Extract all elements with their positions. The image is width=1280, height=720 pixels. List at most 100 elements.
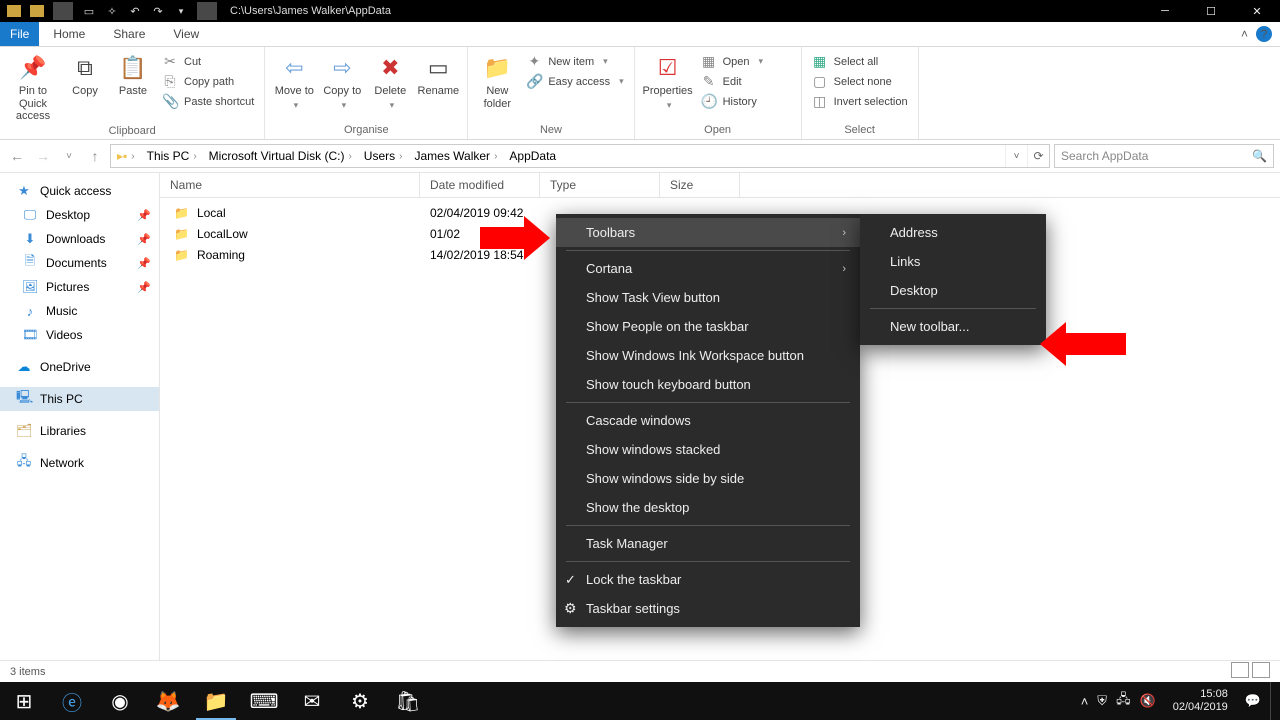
delete-button[interactable]: ✖Delete▾: [367, 49, 413, 110]
menu-cortana[interactable]: Cortana›: [556, 254, 860, 283]
taskbar-chrome[interactable]: ◉: [96, 682, 144, 720]
edit-button[interactable]: ✎Edit: [697, 72, 795, 91]
menu-show-desktop[interactable]: Show the desktop: [556, 493, 860, 522]
help-icon[interactable]: ?: [1256, 26, 1272, 42]
collapse-ribbon-icon[interactable]: ˄: [1241, 27, 1248, 41]
taskbar-firefox[interactable]: 🦊: [144, 682, 192, 720]
address-bar[interactable]: ▸▪› This PC› Microsoft Virtual Disk (C:)…: [110, 144, 1050, 168]
sidebar-network[interactable]: 🖧Network: [0, 451, 159, 475]
icons-view-icon[interactable]: [1252, 662, 1270, 678]
redo-qat-icon[interactable]: ↷: [148, 2, 168, 20]
select-all-button[interactable]: ▦Select all: [808, 52, 912, 71]
menu-cascade[interactable]: Cascade windows: [556, 406, 860, 435]
undo-qat-icon[interactable]: ↶: [125, 2, 145, 20]
invert-selection-button[interactable]: ◫Invert selection: [808, 92, 912, 111]
tab-home[interactable]: Home: [39, 22, 99, 46]
submenu-new-toolbar[interactable]: New toolbar...: [860, 312, 1046, 341]
select-none-button[interactable]: ▢Select none: [808, 72, 912, 91]
taskbar-clock[interactable]: 15:08 02/04/2019: [1165, 688, 1236, 713]
sidebar-downloads[interactable]: ⬇Downloads📌: [0, 227, 159, 251]
paste-shortcut-button[interactable]: 📎Paste shortcut: [158, 92, 258, 111]
submenu-links[interactable]: Links: [860, 247, 1046, 276]
refresh-icon[interactable]: ⟳: [1027, 145, 1049, 167]
sidebar-documents[interactable]: 🗎Documents📌: [0, 251, 159, 275]
properties-button[interactable]: ☑Properties▾: [641, 49, 695, 111]
copy-path-button[interactable]: ⎘Copy path: [158, 72, 258, 91]
taskbar-settings[interactable]: ⚙: [336, 682, 384, 720]
menu-taskbar-settings[interactable]: ⚙Taskbar settings: [556, 594, 860, 623]
back-button[interactable]: ←: [6, 145, 28, 167]
new-folder-button[interactable]: 📁New folder: [474, 49, 520, 110]
col-name[interactable]: Name: [160, 173, 420, 197]
sidebar-music[interactable]: ♪Music: [0, 299, 159, 323]
sidebar-pictures[interactable]: 🖼Pictures📌: [0, 275, 159, 299]
address-dropdown-icon[interactable]: ˅: [1005, 145, 1027, 167]
col-date[interactable]: Date modified: [420, 173, 540, 197]
taskbar-mail[interactable]: ✉: [288, 682, 336, 720]
sidebar-this-pc[interactable]: 🖳This PC: [0, 387, 159, 411]
details-view-icon[interactable]: [1231, 662, 1249, 678]
new-item-button[interactable]: ✦New item▾: [522, 52, 627, 71]
column-headers[interactable]: Name Date modified Type Size: [160, 173, 1280, 198]
start-button[interactable]: ⊞: [0, 682, 48, 720]
menu-show-touch-kb[interactable]: Show touch keyboard button: [556, 370, 860, 399]
tray-volume-icon[interactable]: 🔇: [1140, 693, 1156, 709]
maximize-button[interactable]: ☐: [1188, 0, 1234, 22]
menu-task-manager[interactable]: Task Manager: [556, 529, 860, 558]
taskbar-edge[interactable]: ⓔ: [48, 682, 96, 720]
system-tray[interactable]: ˄ ⛨ 🖧 🔇 15:08 02/04/2019 💬: [1081, 682, 1280, 720]
tray-security-icon[interactable]: ⛨: [1097, 693, 1107, 709]
new-folder-qat-icon[interactable]: ✧: [102, 2, 122, 20]
cut-button[interactable]: ✂Cut: [158, 52, 258, 71]
menu-show-ink[interactable]: Show Windows Ink Workspace button: [556, 341, 860, 370]
sidebar-quick-access[interactable]: ★Quick access: [0, 179, 159, 203]
tray-chevron-icon[interactable]: ˄: [1081, 694, 1089, 709]
close-button[interactable]: ✕: [1234, 0, 1280, 22]
breadcrumb-seg[interactable]: James Walker: [414, 149, 490, 163]
breadcrumb-seg[interactable]: Microsoft Virtual Disk (C:): [209, 149, 345, 163]
properties-qat-icon[interactable]: ▭: [79, 2, 99, 20]
tab-view[interactable]: View: [159, 22, 213, 46]
taskbar-terminal[interactable]: ⌨: [240, 682, 288, 720]
tab-share[interactable]: Share: [99, 22, 159, 46]
sidebar-libraries[interactable]: 🗂Libraries: [0, 419, 159, 443]
history-button[interactable]: 🕘History: [697, 92, 795, 111]
show-desktop-button[interactable]: [1270, 682, 1276, 720]
submenu-desktop[interactable]: Desktop: [860, 276, 1046, 305]
move-to-button[interactable]: ⇦Move to▾: [271, 49, 317, 110]
tab-file[interactable]: File: [0, 22, 39, 46]
taskbar[interactable]: ⊞ ⓔ ◉ 🦊 📁 ⌨ ✉ ⚙ 🛍 ˄ ⛨ 🖧 🔇 15:08 02/04/20…: [0, 682, 1280, 720]
menu-show-task-view[interactable]: Show Task View button: [556, 283, 860, 312]
menu-side-by-side[interactable]: Show windows side by side: [556, 464, 860, 493]
view-switcher[interactable]: [1228, 662, 1270, 681]
sidebar-onedrive[interactable]: ☁OneDrive: [0, 355, 159, 379]
copy-button[interactable]: ⧉ Copy: [62, 49, 108, 123]
forward-button[interactable]: →: [32, 145, 54, 167]
rename-button[interactable]: ▭Rename: [415, 49, 461, 110]
copy-to-button[interactable]: ⇨Copy to▾: [319, 49, 365, 110]
qat-dropdown-icon[interactable]: ▾: [171, 2, 191, 20]
sidebar-videos[interactable]: 🎞Videos: [0, 323, 159, 347]
breadcrumb-seg[interactable]: AppData: [509, 149, 556, 163]
taskbar-store[interactable]: 🛍: [384, 682, 432, 720]
breadcrumb-seg[interactable]: This PC: [147, 149, 190, 163]
open-button[interactable]: ▦Open▾: [697, 52, 795, 71]
menu-lock-taskbar[interactable]: ✓Lock the taskbar: [556, 565, 860, 594]
minimize-button[interactable]: ─: [1142, 0, 1188, 22]
col-size[interactable]: Size: [660, 173, 740, 197]
submenu-address[interactable]: Address: [860, 218, 1046, 247]
menu-stacked[interactable]: Show windows stacked: [556, 435, 860, 464]
breadcrumb-seg[interactable]: Users: [364, 149, 395, 163]
recent-dropdown[interactable]: ˅: [58, 145, 80, 167]
menu-show-people[interactable]: Show People on the taskbar: [556, 312, 860, 341]
action-center-icon[interactable]: 💬: [1245, 693, 1261, 709]
menu-toolbars[interactable]: Toolbars›: [556, 218, 860, 247]
search-box[interactable]: Search AppData 🔍: [1054, 144, 1274, 168]
taskbar-explorer[interactable]: 📁: [192, 682, 240, 720]
tray-network-icon[interactable]: 🖧: [1116, 690, 1131, 712]
easy-access-button[interactable]: 🔗Easy access▾: [522, 72, 627, 91]
sidebar-desktop[interactable]: 🖵Desktop📌: [0, 203, 159, 227]
pin-to-quick-access-button[interactable]: 📌 Pin to Quick access: [6, 49, 60, 123]
col-type[interactable]: Type: [540, 173, 660, 197]
paste-button[interactable]: 📋 Paste: [110, 49, 156, 123]
